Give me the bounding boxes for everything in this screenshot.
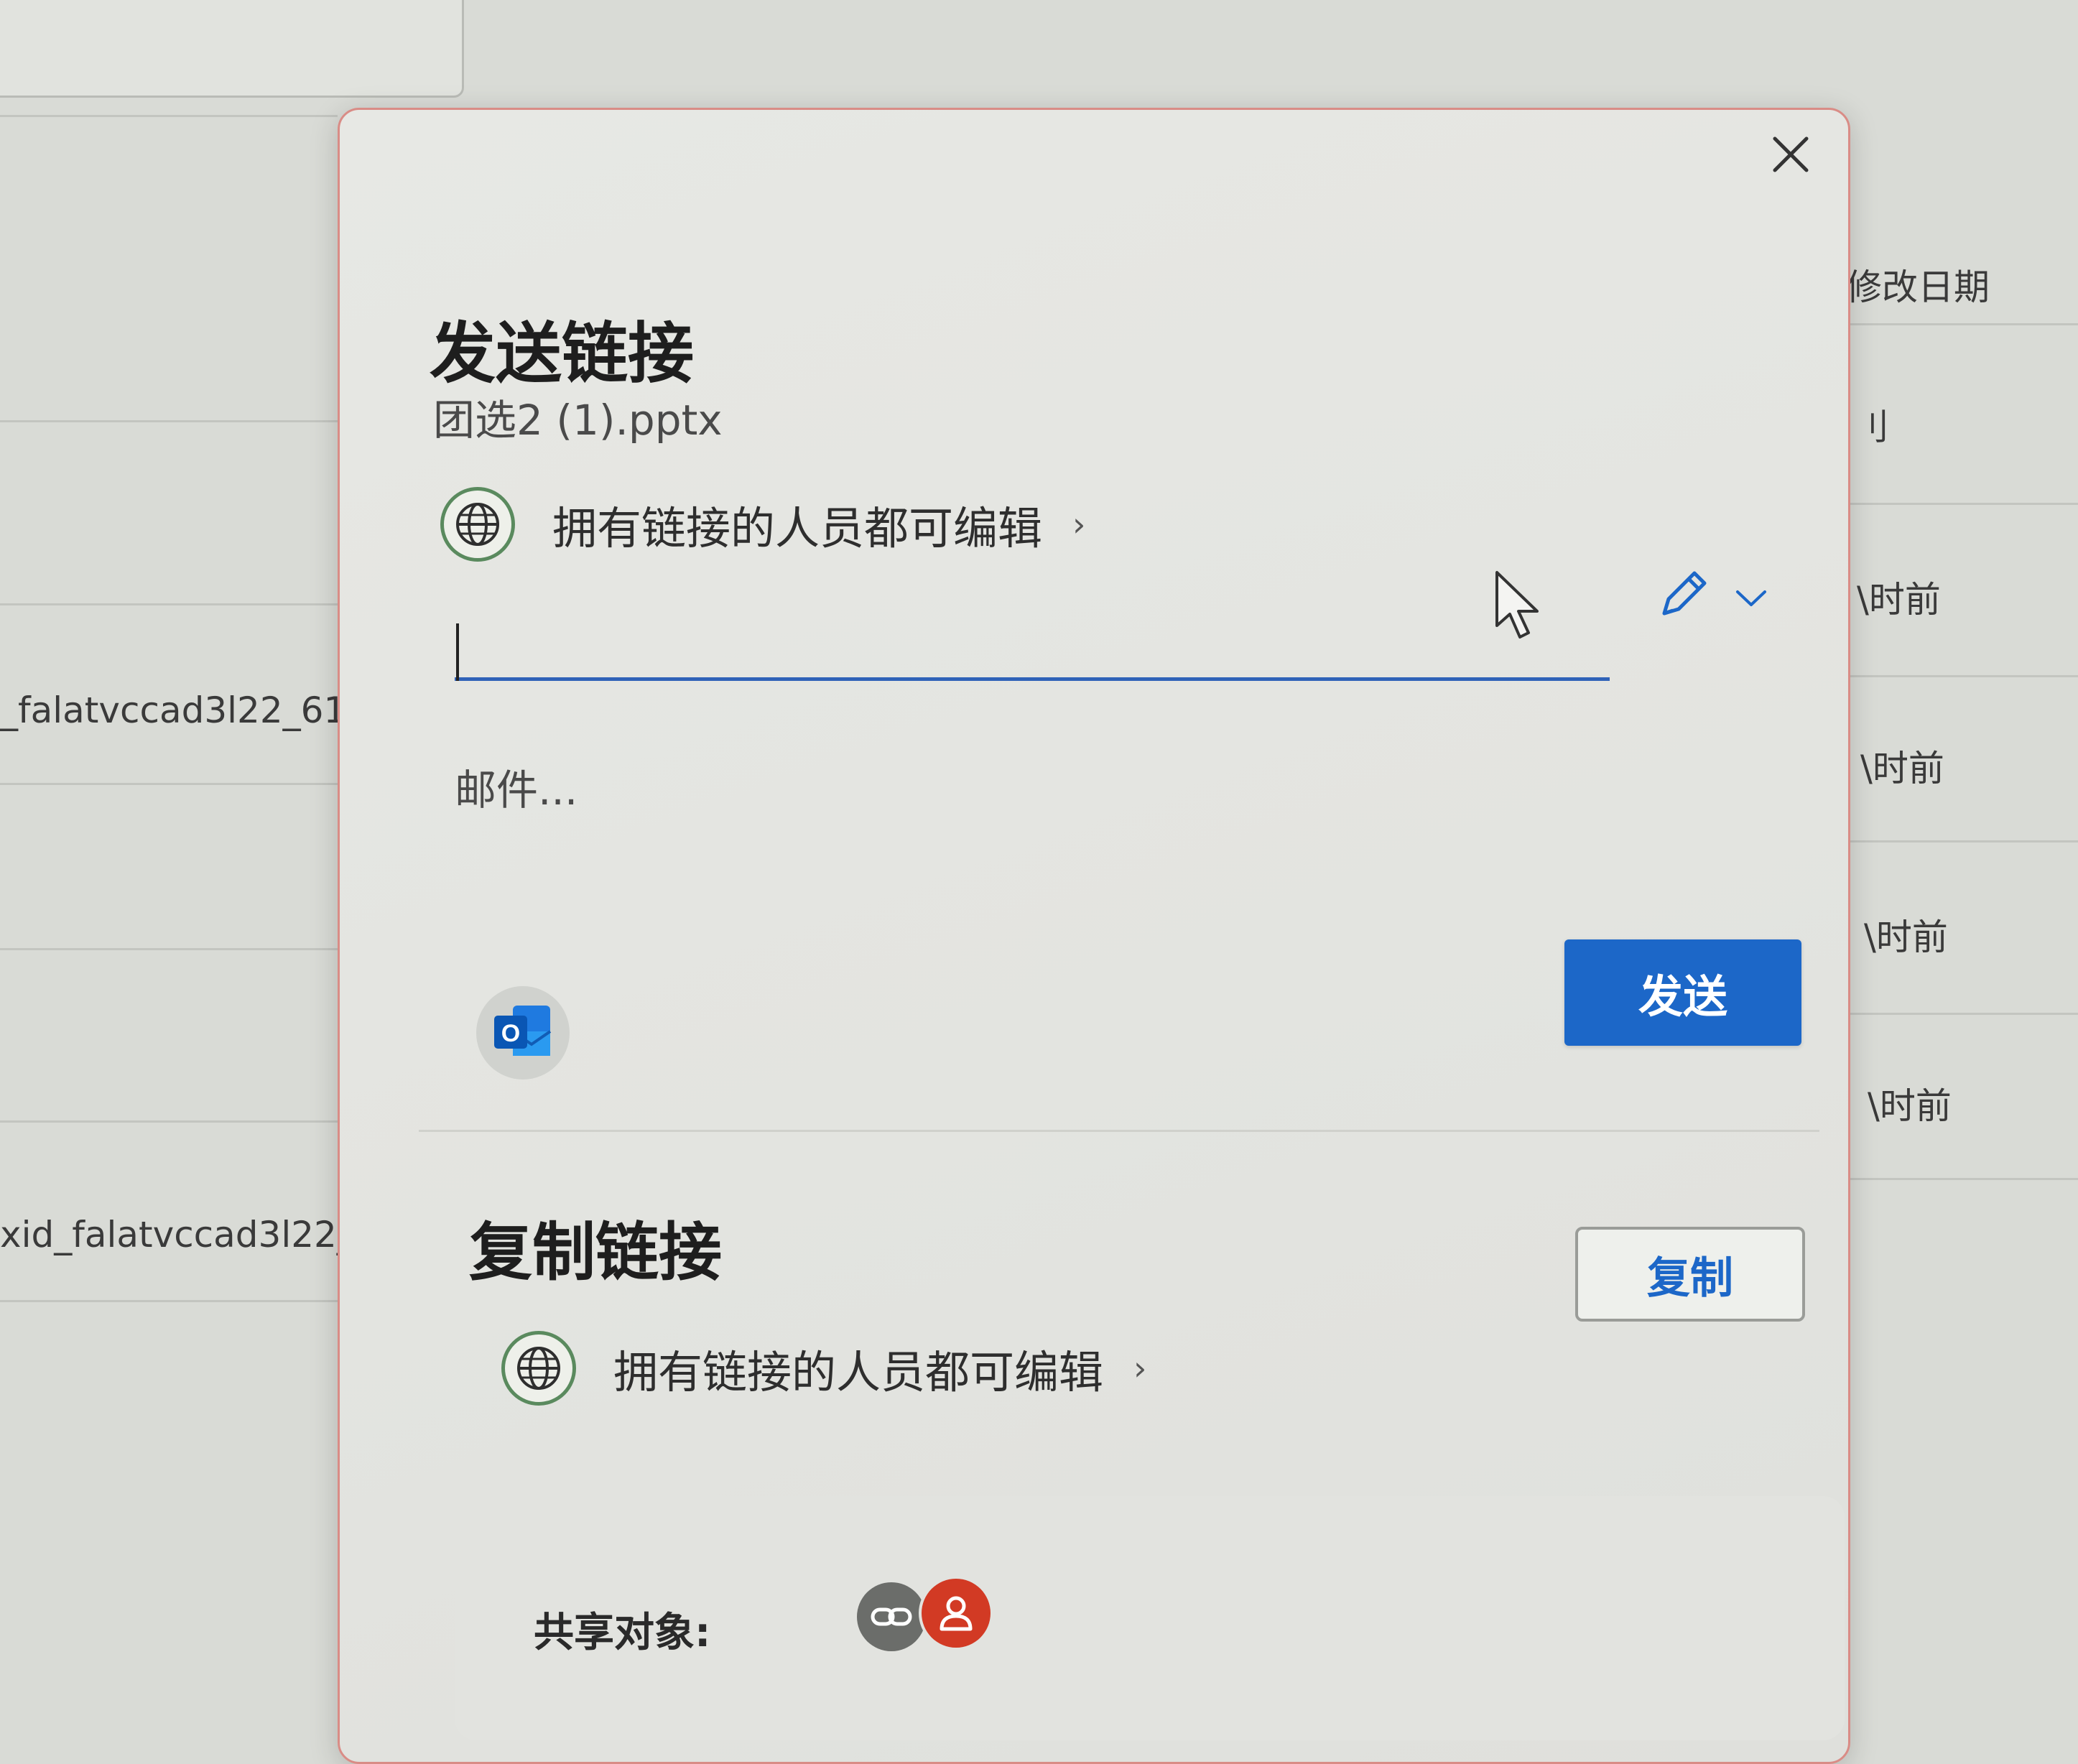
send-button[interactable]: 发送 (1564, 939, 1801, 1046)
recipient-email-input[interactable] (455, 605, 1610, 681)
mouse-cursor-icon (1495, 571, 1539, 639)
send-link-permission[interactable]: 拥有链接的人员都可编辑 › (440, 487, 1085, 562)
copy-link-permission[interactable]: 拥有链接的人员都可编辑 › (501, 1331, 1146, 1406)
copy-button[interactable]: 复制 (1575, 1227, 1805, 1322)
copy-link-title: 复制链接 (469, 1215, 723, 1289)
file-name: 团选2 (1).pptx (433, 396, 723, 445)
globe-icon (501, 1331, 576, 1406)
background-separator (0, 1300, 338, 1302)
dialog-title: 发送链接 (430, 315, 695, 392)
close-button[interactable] (1762, 126, 1819, 183)
person-icon (940, 1596, 973, 1631)
background-separator (0, 115, 338, 117)
shared-with-label: 共享对象: (534, 1610, 711, 1656)
send-link-dialog: 发送链接 团选2 (1).pptx 拥有链接的人员都可编辑 › 邮件... O … (338, 108, 1850, 1764)
column-header-modified[interactable]: 修改日期 (1846, 259, 1990, 310)
link-icon (871, 1607, 912, 1626)
background-separator (1846, 675, 2078, 677)
background-separator (0, 1120, 338, 1123)
background-separator (1846, 1013, 2078, 1015)
pencil-icon (1662, 571, 1707, 616)
background-separator (0, 603, 338, 605)
user-avatar[interactable] (922, 1579, 991, 1648)
edit-permission-button[interactable] (1643, 555, 1722, 634)
row-modified-date: \时前 (1860, 748, 1944, 789)
background-separator (1846, 503, 2078, 505)
background-separator (0, 948, 338, 950)
chevron-down-icon (1736, 590, 1766, 606)
globe-icon (440, 487, 515, 562)
outlook-letter: O (501, 1020, 520, 1047)
background-separator (1846, 840, 2078, 842)
row-modified-date: \时前 (1868, 1085, 1952, 1127)
link-avatar[interactable] (857, 1582, 926, 1651)
close-icon (1773, 136, 1809, 172)
section-divider (419, 1130, 1819, 1132)
text-caret (456, 623, 459, 681)
chevron-right-icon: › (1133, 1349, 1147, 1388)
shared-with-panel: 共享对象: (455, 1496, 1845, 1740)
row-modified-date: \时前 (1857, 579, 1941, 621)
message-field[interactable] (455, 756, 1676, 943)
background-separator (1846, 323, 2078, 325)
row-file-name[interactable]: _falatvccad3l22_614c (0, 690, 389, 731)
row-modified-date: \时前 (1864, 916, 1948, 958)
background-search-box[interactable] (0, 0, 464, 98)
copy-permission-label: 拥有链接的人员都可编辑 (613, 1346, 1104, 1398)
background-separator (0, 783, 338, 785)
background-separator (0, 420, 338, 422)
background-separator (1846, 1178, 2078, 1180)
permission-dropdown-button[interactable] (1722, 570, 1780, 627)
outlook-icon[interactable]: O (476, 986, 570, 1080)
row-modified-date: 刂 (1853, 407, 1889, 448)
send-permission-label: 拥有链接的人员都可编辑 (552, 502, 1043, 554)
chevron-right-icon: › (1072, 505, 1086, 544)
